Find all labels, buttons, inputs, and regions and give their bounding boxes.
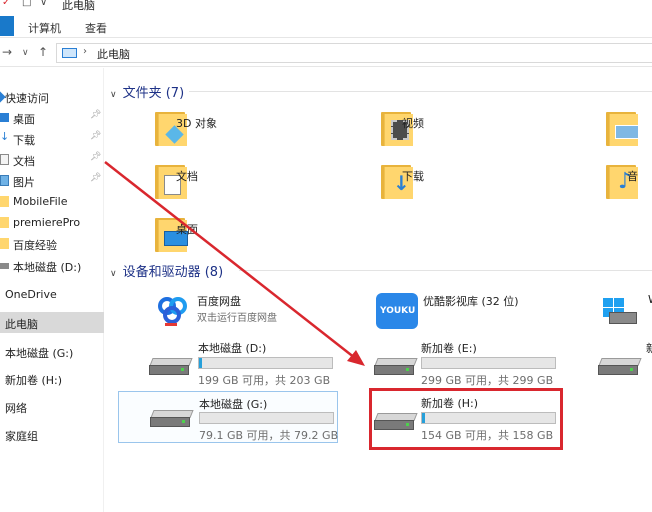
annotation-arrow-icon bbox=[104, 161, 365, 366]
